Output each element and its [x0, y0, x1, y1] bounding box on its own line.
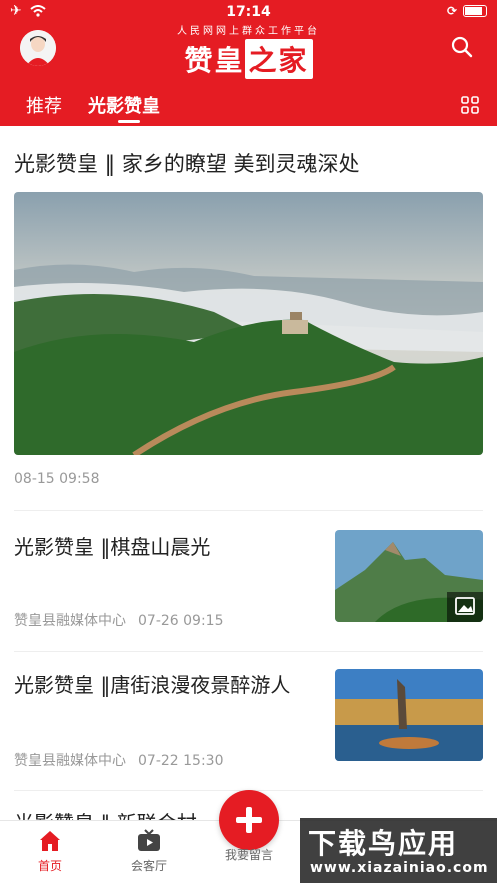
- mountain-landscape-image: [14, 192, 483, 455]
- channel-tabs: 推荐 光影赞皇: [0, 86, 497, 126]
- status-right: ⟳: [447, 4, 487, 18]
- gallery-badge: [447, 592, 483, 622]
- logo-part1: 赞皇: [184, 44, 245, 77]
- status-bar: ✈ 17:14 ⟳: [0, 0, 497, 24]
- rotation-lock-icon: ⟳: [446, 4, 457, 18]
- article-source: 赞皇县融媒体中心: [14, 753, 126, 769]
- nav-home-label: 首页: [37, 859, 62, 873]
- channel-grid-icon[interactable]: [461, 96, 479, 114]
- brand-logo: 人民网网上群众工作平台 赞皇 之家: [0, 22, 497, 79]
- tv-play-icon: [138, 829, 160, 851]
- hero-article-image[interactable]: [14, 192, 483, 455]
- article-source: 赞皇县融媒体中心: [14, 613, 126, 629]
- plus-icon: [236, 807, 262, 833]
- image-gallery-icon: [455, 597, 475, 615]
- article-meta: 赞皇县融媒体中心 07-26 09:15: [14, 610, 223, 630]
- watermark-title: 下载鸟应用: [308, 827, 459, 860]
- logo-subtitle: 人民网网上群众工作平台: [177, 26, 320, 37]
- article-thumbnail[interactable]: [335, 530, 483, 622]
- home-icon: [40, 831, 60, 851]
- search-icon[interactable]: [451, 36, 473, 58]
- leave-message-button[interactable]: [219, 790, 279, 850]
- night-street-image: [335, 669, 483, 761]
- tab-recommend[interactable]: 推荐: [26, 92, 62, 118]
- nav-reception-hall-label: 会客厅: [130, 859, 167, 873]
- battery-icon: [463, 5, 487, 17]
- article-title[interactable]: 光影赞皇 ‖唐街浪漫夜景醉游人: [14, 668, 314, 702]
- active-tab-indicator: [118, 120, 140, 123]
- divider: [14, 651, 483, 652]
- leave-message-label: 我要留言: [224, 848, 273, 862]
- nav-reception-hall[interactable]: 会客厅: [109, 829, 189, 874]
- article-title[interactable]: 光影赞皇 ‖棋盘山晨光: [14, 530, 314, 564]
- app-header: ✈ 17:14 ⟳ 人民网网上群众工作平台 赞皇 之家 推荐 光影赞皇: [0, 0, 497, 126]
- nav-home[interactable]: 首页: [10, 829, 90, 874]
- hero-article-title[interactable]: 光影赞皇 ‖ 家乡的瞭望 美到灵魂深处: [14, 148, 360, 178]
- tab-guangying-zanhuang[interactable]: 光影赞皇: [88, 92, 160, 118]
- status-time: 17:14: [226, 4, 271, 20]
- article-time: 07-26 09:15: [138, 613, 224, 629]
- article-thumbnail[interactable]: [335, 669, 483, 761]
- watermark: 下载鸟应用 www.xiazainiao.com: [300, 818, 497, 883]
- hero-article-time: 08-15 09:58: [14, 471, 100, 487]
- watermark-url: www.xiazainiao.com: [310, 860, 489, 876]
- article-time: 07-22 15:30: [138, 753, 224, 769]
- divider: [14, 510, 483, 511]
- logo-text: 赞皇 之家: [0, 39, 497, 79]
- article-meta: 赞皇县融媒体中心 07-22 15:30: [14, 750, 223, 770]
- logo-part2: 之家: [244, 39, 313, 79]
